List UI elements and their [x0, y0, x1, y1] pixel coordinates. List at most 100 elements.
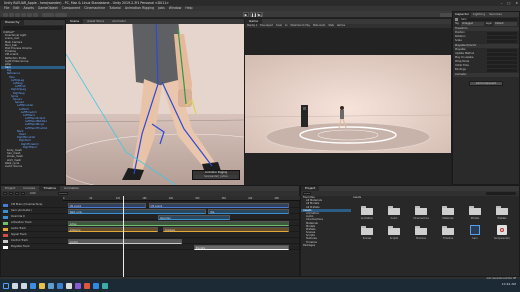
tab-project[interactable]: Project — [301, 186, 320, 191]
hand-tool-button[interactable] — [3, 12, 8, 17]
ruler-tick-label: 60 — [89, 196, 93, 200]
field-value[interactable] — [487, 56, 517, 60]
project-asset-folder[interactable]: Timeline — [438, 224, 458, 242]
play-button[interactable]: ▶ — [243, 12, 249, 17]
maya-icon[interactable] — [102, 282, 108, 289]
field-value[interactable] — [487, 48, 517, 52]
project-asset-folder[interactable]: Audio — [384, 204, 404, 222]
hierarchy-search-input[interactable] — [3, 26, 63, 30]
game-control-stats[interactable]: Stats — [328, 24, 334, 28]
tab-services[interactable]: Services — [487, 12, 504, 17]
tab-timeline[interactable]: Timeline — [39, 186, 60, 191]
field-value[interactable] — [487, 52, 517, 56]
timeline-track-header[interactable]: Playable Track — [1, 244, 63, 250]
layer-dropdown[interactable]: Default — [494, 22, 518, 26]
timeline-clip[interactable]: Idle — [208, 208, 290, 214]
store-icon[interactable] — [48, 282, 54, 289]
overlay-status[interactable]: hero(wander) | active — [195, 175, 237, 179]
vs-icon[interactable] — [75, 282, 81, 289]
field-value[interactable] — [487, 39, 517, 43]
hierarchy-item[interactable]: Audio Source — [1, 165, 65, 168]
tab-console[interactable]: Console — [19, 186, 39, 191]
photoshop-icon[interactable] — [93, 282, 99, 289]
timeline-clip[interactable]: Recorded — [158, 214, 230, 220]
step-button[interactable]: ▶| — [257, 12, 263, 17]
scene-view[interactable]: Scene Asset Store Animator Animation Rig… — [66, 19, 244, 185]
tab-asset-store[interactable]: Asset Store — [83, 19, 108, 24]
checkbox-active[interactable] — [455, 18, 458, 21]
field-value[interactable] — [487, 60, 517, 64]
tab-animation[interactable]: Animation — [60, 186, 83, 191]
pause-button[interactable]: ❚❚ — [250, 12, 257, 17]
add-component-button[interactable]: Add Component — [469, 81, 503, 86]
timeline-clip-area[interactable]: CM vcam1 CM vcam2 Walk_cycle Idle Recorded Ac… — [63, 202, 301, 272]
unity-icon[interactable] — [66, 282, 72, 289]
transform-tool-button[interactable] — [33, 12, 38, 17]
timeline-clip[interactable]: CM vcam1 — [67, 202, 147, 208]
timeline-clip[interactable]: CM vcam2 — [148, 202, 290, 208]
project-asset-folder[interactable]: Scripts — [384, 224, 404, 242]
create-button[interactable] — [303, 192, 311, 195]
tag-dropdown[interactable]: Untagged — [460, 22, 484, 26]
mail-icon[interactable] — [57, 282, 63, 289]
search-icon[interactable] — [12, 282, 18, 289]
timeline-clip[interactable]: Active — [67, 220, 290, 226]
project-asset-folder[interactable]: Textures — [411, 224, 431, 242]
timeline-clip[interactable]: Control — [67, 238, 182, 244]
object-name-field[interactable]: hero — [460, 17, 517, 22]
windows-icon[interactable] — [3, 282, 9, 289]
playhead[interactable] — [123, 196, 124, 278]
timeline-clip[interactable]: Walk_cycle — [67, 208, 206, 214]
game-control-free-aspect[interactable]: Free Aspect — [260, 24, 273, 28]
field-value[interactable] — [487, 35, 517, 39]
pivot-toggle[interactable] — [42, 12, 54, 17]
project-asset-prefab[interactable]: hero — [465, 224, 485, 242]
tab-project[interactable]: Project — [1, 186, 19, 191]
field-value[interactable] — [487, 64, 517, 68]
timeline-clip[interactable]: ambience — [67, 226, 159, 232]
chrome-icon[interactable] — [84, 282, 90, 289]
ruler-tick-label: 240 — [168, 196, 173, 200]
project-asset-folder[interactable]: Prefabs — [492, 204, 512, 222]
project-asset-scene[interactable]: hero(wander) — [492, 224, 512, 242]
game-control-display-1[interactable]: Display 1 — [247, 24, 257, 28]
preview-button[interactable] — [3, 192, 7, 195]
component-header[interactable]: Animator — [453, 73, 519, 77]
tab-scene[interactable]: Scene — [66, 19, 84, 24]
field-value[interactable] — [487, 31, 517, 35]
tab-hierarchy[interactable]: Hierarchy — [1, 20, 24, 25]
scale-tool-button[interactable] — [21, 12, 26, 17]
tab-inspector[interactable]: Inspector — [453, 12, 471, 17]
project-tree-item[interactable]: Packages — [301, 244, 351, 247]
project-asset-folder[interactable]: Animation — [357, 204, 377, 222]
project-asset-folder[interactable]: Models — [465, 204, 485, 222]
project-asset-folder[interactable]: Scenes — [357, 224, 377, 242]
game-control-gizmos[interactable]: Gizmos — [337, 24, 345, 28]
project-asset-folder[interactable]: Cinemachine — [411, 204, 431, 222]
rotate-tool-button[interactable] — [15, 12, 20, 17]
field-value[interactable] — [487, 68, 517, 72]
tab-lighting[interactable]: Lighting — [471, 12, 487, 17]
edge-icon[interactable] — [30, 282, 36, 289]
timeline-ruler[interactable]: 0 60 120 180 240 300 360 420 480 — [63, 196, 301, 201]
global-toggle[interactable] — [55, 12, 67, 17]
goto-end-button[interactable] — [21, 192, 25, 195]
timeline-clip[interactable]: footsteps — [162, 226, 290, 232]
task-view-icon[interactable] — [21, 282, 27, 289]
timeline-play-button[interactable] — [15, 192, 19, 195]
project-panel: Project Favorites All Materials All Models… — [300, 185, 520, 277]
game-control-scale[interactable]: Scale — [276, 24, 282, 28]
game-control-maximize-on-play[interactable]: Maximize On Play — [291, 24, 310, 28]
time-readout[interactable]: 0:00 — [30, 192, 36, 195]
project-search-input[interactable] — [486, 192, 516, 195]
tab-animator[interactable]: Animator — [108, 19, 130, 24]
move-tool-button[interactable] — [9, 12, 14, 17]
project-asset-folder[interactable]: Materials — [438, 204, 458, 222]
timeline-clip[interactable]: Playable — [193, 244, 290, 250]
game-control-mute-audio[interactable]: Mute Audio — [313, 24, 325, 28]
add-track-button[interactable] — [57, 192, 68, 195]
rect-tool-button[interactable] — [27, 12, 32, 17]
goto-start-button[interactable] — [9, 192, 13, 195]
game-control-1x[interactable]: 1x — [285, 24, 288, 28]
explorer-icon[interactable] — [39, 282, 45, 289]
